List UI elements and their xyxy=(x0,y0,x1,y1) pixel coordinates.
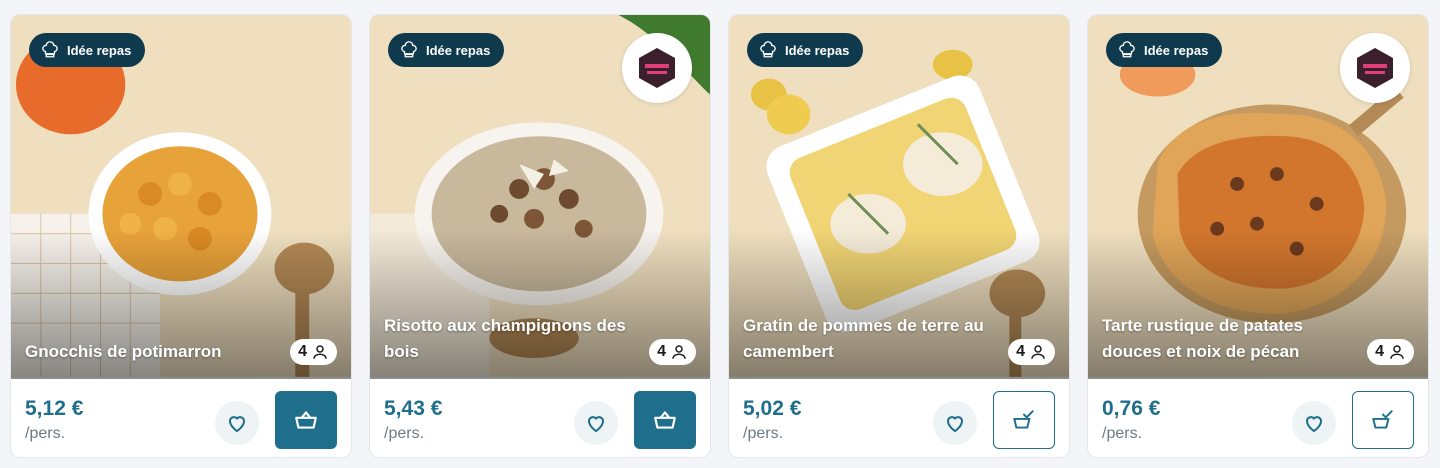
person-icon xyxy=(1031,345,1045,359)
price: 5,43 € xyxy=(384,397,443,420)
recipe-card[interactable]: Idée repas Gratin de pommes de terre au … xyxy=(728,14,1070,458)
price: 5,12 € xyxy=(25,397,84,420)
recipe-card[interactable]: Idée repas Gnocchis de potimarron 4 5,12… xyxy=(10,14,352,458)
recipe-card-row: Idée repas Gnocchis de potimarron 4 5,12… xyxy=(0,0,1440,468)
heart-icon xyxy=(1305,416,1323,433)
badge-label: Idée repas xyxy=(426,42,491,58)
in-basket-button[interactable] xyxy=(1352,391,1414,449)
person-icon xyxy=(313,345,327,359)
basket-check-icon xyxy=(1372,410,1393,429)
chef-hat-icon xyxy=(401,41,417,58)
servings-pill: 4 xyxy=(290,339,337,365)
price: 5,02 € xyxy=(743,397,802,420)
price: 0,76 € xyxy=(1102,397,1161,420)
recipe-title[interactable]: Tarte rustique de patates douces et noix… xyxy=(1102,313,1357,365)
recipe-title[interactable]: Gnocchis de potimarron xyxy=(25,339,280,365)
add-to-basket-button[interactable] xyxy=(634,391,696,449)
chef-hat-icon xyxy=(42,41,58,58)
idea-badge: Idée repas xyxy=(388,33,505,67)
favorite-button[interactable] xyxy=(215,401,259,445)
servings-count: 4 xyxy=(1016,343,1025,360)
idea-badge: Idée repas xyxy=(29,33,146,67)
heart-icon xyxy=(228,416,246,433)
recipe-image[interactable]: Idée repas Risotto aux champignons des b… xyxy=(370,15,710,379)
partner-logo-icon xyxy=(1357,48,1393,88)
partner-logo-icon xyxy=(639,48,675,88)
recipe-title[interactable]: Risotto aux champignons des bois xyxy=(384,313,639,365)
partner-logo xyxy=(622,33,692,103)
price-unit: /pers. xyxy=(25,425,66,442)
price-unit: /pers. xyxy=(743,425,784,442)
recipe-card[interactable]: Idée repas Risotto aux champignons des b… xyxy=(369,14,711,458)
basket-icon xyxy=(654,411,676,429)
recipe-image[interactable]: Idée repas Gratin de pommes de terre au … xyxy=(729,15,1069,379)
heart-icon xyxy=(946,416,964,433)
servings-count: 4 xyxy=(298,343,307,360)
servings-count: 4 xyxy=(657,343,666,360)
price-unit: /pers. xyxy=(1102,425,1143,442)
in-basket-button[interactable] xyxy=(993,391,1055,449)
favorite-button[interactable] xyxy=(574,401,618,445)
basket-check-icon xyxy=(1013,410,1034,429)
card-footer: 5,02 € /pers. xyxy=(729,379,1069,457)
servings-count: 4 xyxy=(1375,343,1384,360)
chef-hat-icon xyxy=(760,41,776,58)
servings-pill: 4 xyxy=(1367,339,1414,365)
recipe-title[interactable]: Gratin de pommes de terre au camembert xyxy=(743,313,998,365)
partner-logo xyxy=(1340,33,1410,103)
person-icon xyxy=(1390,345,1404,359)
heart-icon xyxy=(587,416,605,433)
favorite-button[interactable] xyxy=(1292,401,1336,445)
idea-badge: Idée repas xyxy=(1106,33,1223,67)
card-footer: 5,43 € /pers. xyxy=(370,379,710,457)
servings-pill: 4 xyxy=(649,339,696,365)
badge-label: Idée repas xyxy=(67,42,132,58)
recipe-image[interactable]: Idée repas Gnocchis de potimarron 4 xyxy=(11,15,351,379)
recipe-image[interactable]: Idée repas Tarte rustique de patates dou… xyxy=(1088,15,1428,379)
servings-pill: 4 xyxy=(1008,339,1055,365)
badge-label: Idée repas xyxy=(785,42,850,58)
favorite-button[interactable] xyxy=(933,401,977,445)
price-unit: /pers. xyxy=(384,425,425,442)
card-footer: 0,76 € /pers. xyxy=(1088,379,1428,457)
idea-badge: Idée repas xyxy=(747,33,864,67)
badge-label: Idée repas xyxy=(1144,42,1209,58)
recipe-card[interactable]: Idée repas Tarte rustique de patates dou… xyxy=(1087,14,1429,458)
chef-hat-icon xyxy=(1119,41,1135,58)
add-to-basket-button[interactable] xyxy=(275,391,337,449)
person-icon xyxy=(672,345,686,359)
card-footer: 5,12 € /pers. xyxy=(11,379,351,457)
basket-icon xyxy=(295,411,317,429)
